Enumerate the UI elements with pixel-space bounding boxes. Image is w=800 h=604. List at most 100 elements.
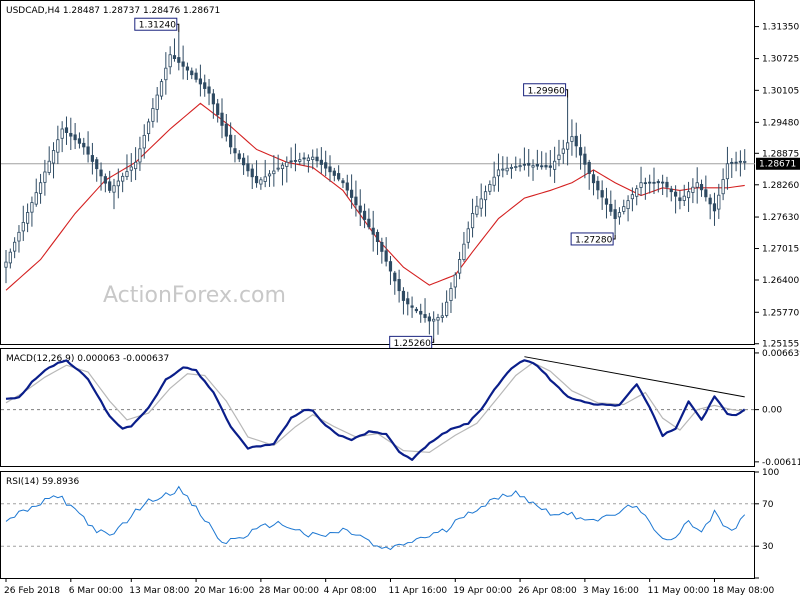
candle (623, 200, 625, 215)
candle-body (661, 182, 663, 183)
candle-body (515, 167, 517, 168)
candle-body (605, 199, 607, 204)
rsi-axis-label: 100 (762, 468, 779, 478)
candle-body (523, 164, 525, 165)
candle (679, 190, 681, 209)
candle-body (48, 161, 50, 172)
candle (441, 303, 443, 323)
candle-body (532, 166, 534, 167)
candle-body (139, 149, 141, 162)
candle-body (709, 198, 711, 204)
candle-body (57, 140, 59, 152)
price-axis: 1.313501.307251.301051.294801.288751.282… (755, 23, 800, 350)
candle-body (303, 158, 305, 159)
candle (575, 123, 577, 158)
candle-body (333, 171, 335, 175)
candle (169, 46, 171, 74)
candle-body (553, 161, 555, 169)
candle-body (350, 190, 352, 197)
price-annotation: 1.31240 (135, 18, 179, 32)
candle (553, 147, 555, 183)
candle (221, 98, 223, 138)
candle-body (182, 62, 184, 66)
candle-body (588, 162, 590, 173)
candle (372, 211, 374, 252)
candle-body (35, 193, 37, 204)
candle-body (130, 167, 132, 170)
chart-svg: USDCAD,H4 1.28487 1.28737 1.28476 1.2867… (0, 0, 800, 600)
candle-body (484, 192, 486, 200)
candle-body (324, 163, 326, 168)
candle-body (653, 182, 655, 183)
candle-body (156, 95, 158, 109)
candle (666, 177, 668, 198)
annotation-label: 1.25260 (394, 339, 431, 349)
price-axis-label: 1.30105 (762, 86, 799, 96)
candle-body (368, 219, 370, 227)
candle (61, 121, 63, 152)
candle-body (519, 166, 521, 167)
candle (22, 206, 24, 241)
candle (506, 157, 508, 175)
candle-body (679, 198, 681, 201)
candle (139, 137, 141, 171)
candle (268, 170, 270, 187)
candle (329, 155, 331, 181)
candle (489, 180, 491, 195)
candle-body (614, 210, 616, 219)
candle (242, 153, 244, 175)
candle-body (415, 309, 417, 310)
candle (493, 162, 495, 192)
candle-body (329, 167, 331, 172)
candle (83, 138, 85, 155)
candle-body (584, 154, 586, 164)
candle-body (268, 174, 270, 176)
time-axis-label: 18 May 08:00 (712, 586, 774, 596)
candle-body (618, 213, 620, 217)
candle-body (126, 172, 128, 177)
candle-body (359, 206, 361, 212)
candle (394, 271, 396, 295)
candle (147, 119, 149, 142)
candle (186, 63, 188, 80)
candle-body (173, 56, 175, 59)
candle-body (722, 179, 724, 193)
candle-body (337, 173, 339, 179)
candle-body (78, 139, 80, 144)
candle-body (242, 158, 244, 165)
candle (44, 160, 46, 196)
candle-body (441, 316, 443, 318)
candle (251, 164, 253, 189)
time-axis-label: 11 May 00:00 (648, 586, 710, 596)
candle-body (320, 160, 322, 164)
candle-body (700, 184, 702, 189)
price-axis-label: 1.25770 (762, 308, 799, 318)
candle (627, 195, 629, 221)
candle (648, 175, 650, 194)
candle (108, 171, 110, 193)
candle (204, 75, 206, 97)
candle-body (432, 319, 434, 321)
candle-body (731, 162, 733, 163)
candle-body (623, 207, 625, 212)
candle-body (437, 318, 439, 321)
candle-body (208, 87, 210, 93)
candle-body (683, 196, 685, 200)
candle (700, 180, 702, 197)
candle-body (562, 149, 564, 153)
candle-body (463, 244, 465, 259)
candle-body (216, 104, 218, 115)
candle (290, 147, 292, 168)
candle (134, 147, 136, 180)
candle-body (528, 163, 530, 165)
candle-body (225, 124, 227, 136)
time-axis: 26 Feb 20186 Mar 00:0013 Mar 08:0020 Mar… (4, 578, 774, 596)
candle (398, 270, 400, 303)
candle-body (420, 311, 422, 314)
candle-body (44, 172, 46, 182)
candle (467, 222, 469, 249)
price-axis-label: 1.30725 (762, 55, 799, 65)
rsi-line (1, 487, 755, 550)
candle (5, 250, 7, 283)
candle-body (96, 160, 98, 169)
